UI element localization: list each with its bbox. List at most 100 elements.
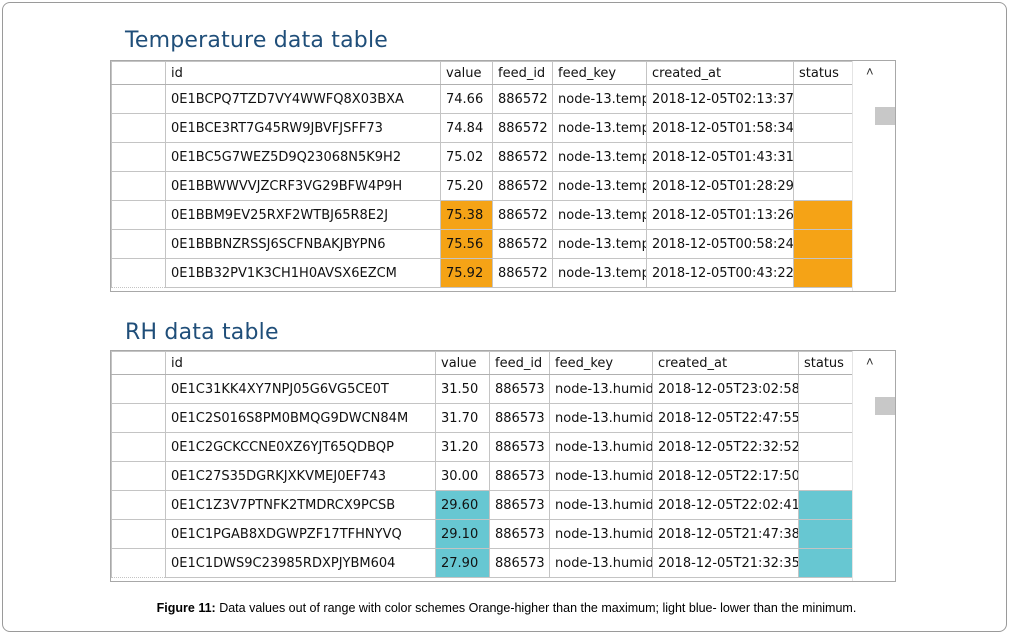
cell-feed-key[interactable]: node-13.humid xyxy=(549,403,653,433)
cell-feed-id[interactable]: 886572 xyxy=(492,229,553,259)
cell-created-at[interactable]: 2018-12-05T22:17:50 xyxy=(652,461,799,491)
table-row[interactable]: 0E1BBM9EV25RXF2WTBJ65R8E2J 75.38 886572 nod… xyxy=(111,200,854,230)
table-row[interactable]: 0E1BCPQ7TZD7VY4WWFQ8X03BXA 74.66 886572 nod… xyxy=(111,84,854,114)
scrollbar-thumb[interactable] xyxy=(875,107,895,125)
cell-id[interactable]: 0E1C1PGAB8XDGWPZF17TFHNYVQ xyxy=(165,519,436,549)
cell-feed-id[interactable]: 886572 xyxy=(492,84,553,114)
cell-created-at[interactable]: 2018-12-05T21:32:35 xyxy=(652,548,799,578)
cell-created-at[interactable]: 2018-12-05T02:13:37 xyxy=(646,84,794,114)
cell-status[interactable] xyxy=(793,229,854,259)
cell-feed-id[interactable]: 886572 xyxy=(492,258,553,288)
cell-feed-id[interactable]: 886573 xyxy=(489,432,550,462)
chevron-up-icon[interactable]: ˄ xyxy=(866,64,874,79)
cell-feed-id[interactable]: 886573 xyxy=(489,490,550,520)
cell-value[interactable]: 29.10 xyxy=(435,519,490,549)
row-selector[interactable] xyxy=(111,258,166,288)
row-selector[interactable] xyxy=(111,490,166,520)
column-header-feed-id[interactable]: feed_id xyxy=(489,351,550,375)
column-header-id[interactable]: id xyxy=(165,61,441,85)
cell-created-at[interactable]: 2018-12-05T21:47:38 xyxy=(652,519,799,549)
cell-feed-key[interactable]: node-13.humid xyxy=(549,490,653,520)
column-header-created-at[interactable]: created_at xyxy=(652,351,799,375)
cell-created-at[interactable]: 2018-12-05T00:58:24 xyxy=(646,229,794,259)
cell-feed-key[interactable]: node-13.temp xyxy=(552,258,647,288)
row-selector[interactable] xyxy=(111,548,166,578)
cell-id[interactable]: 0E1BCE3RT7G45RW9JBVFJSFF73 xyxy=(165,113,441,143)
cell-feed-key[interactable]: node-13.humid xyxy=(549,461,653,491)
cell-id[interactable]: 0E1BCPQ7TZD7VY4WWFQ8X03BXA xyxy=(165,84,441,114)
cell-feed-key[interactable]: node-13.humid xyxy=(549,432,653,462)
cell-value[interactable]: 75.38 xyxy=(440,200,493,230)
cell-status[interactable] xyxy=(793,200,854,230)
cell-feed-key[interactable]: node-13.temp xyxy=(552,84,647,114)
cell-id[interactable]: 0E1BBBNZRSSJ6SCFNBAKJBYPN6 xyxy=(165,229,441,259)
cell-value[interactable]: 31.20 xyxy=(435,432,490,462)
table-row[interactable]: 0E1BC5G7WEZ5D9Q23068N5K9H2 75.02 886572 nod… xyxy=(111,142,854,172)
table-row[interactable]: 0E1C2S016S8PM0BMQG9DWCN84M 31.70 886573 nod… xyxy=(111,403,854,433)
cell-id[interactable]: 0E1BC5G7WEZ5D9Q23068N5K9H2 xyxy=(165,142,441,172)
row-selector[interactable] xyxy=(111,432,166,462)
cell-created-at[interactable]: 2018-12-05T01:28:29 xyxy=(646,171,794,201)
cell-feed-key[interactable]: node-13.temp xyxy=(552,229,647,259)
cell-created-at[interactable]: 2018-12-05T23:02:58 xyxy=(652,374,799,404)
cell-feed-id[interactable]: 886572 xyxy=(492,200,553,230)
cell-id[interactable]: 0E1C2S016S8PM0BMQG9DWCN84M xyxy=(165,403,436,433)
cell-feed-key[interactable]: node-13.temp xyxy=(552,171,647,201)
cell-created-at[interactable]: 2018-12-05T00:43:22 xyxy=(646,258,794,288)
cell-created-at[interactable]: 2018-12-05T01:13:26 xyxy=(646,200,794,230)
cell-value[interactable]: 74.66 xyxy=(440,84,493,114)
cell-feed-key[interactable]: node-13.humid xyxy=(549,374,653,404)
cell-feed-id[interactable]: 886573 xyxy=(489,519,550,549)
cell-status[interactable] xyxy=(798,490,854,520)
cell-status[interactable] xyxy=(798,519,854,549)
vertical-scrollbar[interactable]: ˄ xyxy=(852,351,895,581)
cell-value[interactable]: 31.50 xyxy=(435,374,490,404)
cell-feed-id[interactable]: 886572 xyxy=(492,171,553,201)
table-row[interactable]: 0E1BBWWVVJZCRF3VG29BFW4P9H 75.20 886572 nod… xyxy=(111,171,854,201)
column-header-feed-key[interactable]: feed_key xyxy=(552,61,647,85)
row-selector[interactable] xyxy=(111,84,166,114)
table-row[interactable]: 0E1C1DWS9C23985RDXPJYBM604 27.90 886573 nod… xyxy=(111,548,854,578)
cell-feed-id[interactable]: 886572 xyxy=(492,142,553,172)
cell-status[interactable] xyxy=(793,113,854,143)
cell-id[interactable]: 0E1C1DWS9C23985RDXPJYBM604 xyxy=(165,548,436,578)
cell-value[interactable]: 74.84 xyxy=(440,113,493,143)
cell-feed-key[interactable]: node-13.temp xyxy=(552,142,647,172)
cell-id[interactable]: 0E1BBWWVVJZCRF3VG29BFW4P9H xyxy=(165,171,441,201)
vertical-scrollbar[interactable]: ˄ xyxy=(852,61,895,291)
cell-value[interactable]: 29.60 xyxy=(435,490,490,520)
cell-created-at[interactable]: 2018-12-05T22:47:55 xyxy=(652,403,799,433)
column-header-value[interactable]: value xyxy=(435,351,490,375)
cell-value[interactable]: 75.56 xyxy=(440,229,493,259)
cell-value[interactable]: 31.70 xyxy=(435,403,490,433)
table-row[interactable]: 0E1C31KK4XY7NPJ05G6VG5CE0T 31.50 886573 nod… xyxy=(111,374,854,404)
row-selector[interactable] xyxy=(111,200,166,230)
table-row[interactable]: 0E1C27S35DGRKJXKVMEJ0EF743 30.00 886573 nod… xyxy=(111,461,854,491)
column-header-created-at[interactable]: created_at xyxy=(646,61,794,85)
row-selector[interactable] xyxy=(111,142,166,172)
cell-id[interactable]: 0E1C27S35DGRKJXKVMEJ0EF743 xyxy=(165,461,436,491)
cell-feed-key[interactable]: node-13.humid xyxy=(549,548,653,578)
column-header-status[interactable]: status xyxy=(793,61,854,85)
cell-status[interactable] xyxy=(793,258,854,288)
column-header-id[interactable]: id xyxy=(165,351,436,375)
cell-created-at[interactable]: 2018-12-05T01:43:31 xyxy=(646,142,794,172)
cell-feed-key[interactable]: node-13.humid xyxy=(549,519,653,549)
cell-id[interactable]: 0E1BB32PV1K3CH1H0AVSX6EZCM xyxy=(165,258,441,288)
cell-feed-id[interactable]: 886573 xyxy=(489,548,550,578)
row-selector[interactable] xyxy=(111,461,166,491)
cell-status[interactable] xyxy=(798,403,854,433)
column-header-value[interactable]: value xyxy=(440,61,493,85)
cell-feed-id[interactable]: 886573 xyxy=(489,461,550,491)
table-row[interactable]: 0E1C1PGAB8XDGWPZF17TFHNYVQ 29.10 886573 nod… xyxy=(111,519,854,549)
cell-status[interactable] xyxy=(793,142,854,172)
cell-feed-id[interactable]: 886572 xyxy=(492,113,553,143)
table-row[interactable]: 0E1BB32PV1K3CH1H0AVSX6EZCM 75.92 886572 nod… xyxy=(111,258,854,288)
cell-value[interactable]: 75.92 xyxy=(440,258,493,288)
cell-feed-key[interactable]: node-13.temp xyxy=(552,200,647,230)
table-row[interactable]: 0E1BCE3RT7G45RW9JBVFJSFF73 74.84 886572 nod… xyxy=(111,113,854,143)
cell-value[interactable]: 30.00 xyxy=(435,461,490,491)
cell-id[interactable]: 0E1BBM9EV25RXF2WTBJ65R8E2J xyxy=(165,200,441,230)
table-row[interactable]: 0E1C1Z3V7PTNFK2TMDRCX9PCSB 29.60 886573 nod… xyxy=(111,490,854,520)
row-selector[interactable] xyxy=(111,113,166,143)
